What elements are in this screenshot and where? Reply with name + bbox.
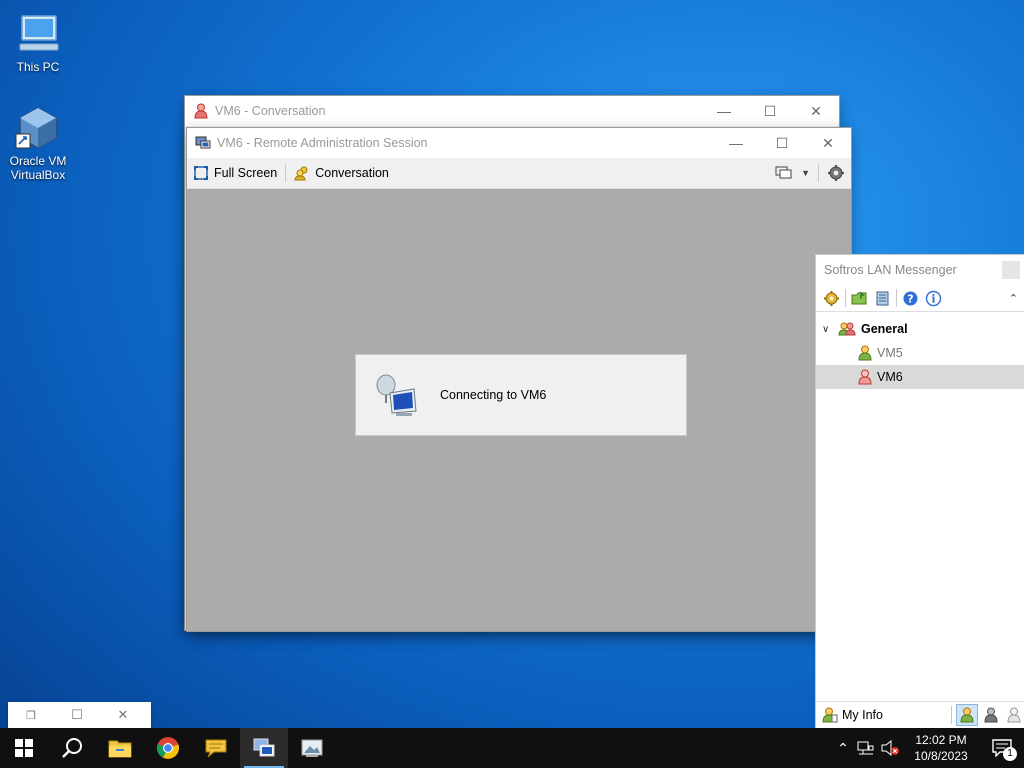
svg-text:i: i <box>931 292 935 305</box>
gear-icon <box>827 164 845 182</box>
desktop-icon-label-line1: Oracle VM <box>9 154 67 168</box>
notification-center-icon[interactable]: 1 <box>980 739 1024 761</box>
status-offline-button[interactable] <box>1004 705 1024 725</box>
status-online-button[interactable] <box>956 704 978 726</box>
remote-admin-icon <box>195 135 211 151</box>
toolbar-separator <box>896 289 897 307</box>
chevron-down-icon: ▼ <box>801 168 810 178</box>
help-icon[interactable]: ? <box>902 290 919 307</box>
desktop-icon-label: This PC <box>16 60 60 74</box>
messenger-icon[interactable] <box>192 728 240 768</box>
status-busy-button[interactable] <box>981 705 1001 725</box>
info-icon[interactable]: i <box>925 290 942 307</box>
chevron-down-icon[interactable]: ∨ <box>822 324 836 335</box>
close-button[interactable]: ✕ <box>805 128 851 158</box>
toolbar-separator <box>951 706 952 724</box>
chrome-icon[interactable] <box>144 728 192 768</box>
close-button[interactable]: ✕ <box>100 707 146 723</box>
picture-viewer-icon[interactable] <box>288 728 336 768</box>
group-label: General <box>861 322 908 336</box>
remote-admin-titlebar[interactable]: VM6 - Remote Administration Session — ☐ … <box>187 128 851 158</box>
toolbar-separator <box>818 164 819 182</box>
contact-name: VM5 <box>877 346 903 360</box>
messenger-footer: My Info <box>816 701 1024 728</box>
remote-toolbar: Full Screen Conversation ▼ <box>187 158 851 189</box>
monitors-icon <box>775 165 793 181</box>
desktop-icon-this-pc[interactable]: This PC <box>0 10 76 74</box>
my-info-label: My Info <box>842 708 883 722</box>
user-red-icon <box>858 369 872 385</box>
close-button[interactable] <box>1002 261 1020 279</box>
virtualbox-icon <box>14 104 62 152</box>
user-online-icon <box>858 345 872 361</box>
taskbar: ⌃ 12:02 PM 10/8/2023 1 <box>0 728 1024 768</box>
display-select-dropdown[interactable]: ▼ <box>769 161 816 185</box>
clock-time: 12:02 PM <box>915 733 967 747</box>
messenger-toolbar: ? i ⌃ <box>816 285 1024 312</box>
minimized-window-bar[interactable]: ❐ ☐ ✕ <box>8 702 151 728</box>
status-text: Connecting to VM6 <box>440 388 547 402</box>
full-screen-button[interactable]: Full Screen <box>187 161 283 185</box>
desktop-icon-label-line2: VirtualBox <box>10 168 66 182</box>
computer-icon <box>14 10 62 58</box>
chevron-up-icon[interactable]: ⌃ <box>832 740 854 757</box>
windows-start-icon[interactable] <box>0 728 48 768</box>
toolbar-separator <box>285 164 287 182</box>
full-screen-icon <box>193 165 209 181</box>
conversation-titlebar[interactable]: VM6 - Conversation — ☐ ✕ <box>185 96 839 126</box>
connecting-dialog: Connecting to VM6 <box>355 354 687 436</box>
minimize-button[interactable]: — <box>713 128 759 158</box>
maximize-button[interactable]: ☐ <box>54 707 100 723</box>
history-book-icon[interactable] <box>874 290 891 307</box>
maximize-button[interactable]: ☐ <box>759 128 805 158</box>
network-icon[interactable] <box>854 740 878 756</box>
contact-tree: ∨ General VM5 VM6 <box>816 312 1024 389</box>
window-title: Softros LAN Messenger <box>824 263 957 277</box>
close-button[interactable]: ✕ <box>793 96 839 126</box>
remote-canvas[interactable]: Connecting to VM6 <box>187 190 851 631</box>
conversation-icon <box>294 165 310 181</box>
group-general[interactable]: ∨ General <box>816 317 1024 341</box>
messenger-titlebar[interactable]: Softros LAN Messenger <box>816 255 1024 285</box>
settings-button[interactable] <box>821 161 851 185</box>
search-icon[interactable] <box>48 728 96 768</box>
contact-name: VM6 <box>877 370 903 384</box>
contact-item-vm6[interactable]: VM6 <box>816 365 1024 389</box>
notification-badge: 1 <box>1003 747 1017 761</box>
file-explorer-icon[interactable] <box>96 728 144 768</box>
toolbar-separator <box>845 289 846 307</box>
gear-icon[interactable] <box>823 290 840 307</box>
svg-text:?: ? <box>907 292 913 305</box>
conversation-label: Conversation <box>315 166 389 180</box>
full-screen-label: Full Screen <box>214 166 278 180</box>
my-info-button[interactable]: My Info <box>822 707 949 723</box>
open-folder-icon[interactable] <box>851 290 868 307</box>
user-red-icon <box>193 103 209 119</box>
minimize-button[interactable]: — <box>701 96 747 126</box>
remote-admin-icon[interactable] <box>240 728 288 768</box>
conversation-button[interactable]: Conversation <box>288 161 395 185</box>
network-computer-icon <box>372 371 420 419</box>
contact-item-vm5[interactable]: VM5 <box>816 341 1024 365</box>
volume-muted-icon[interactable] <box>878 740 902 756</box>
remote-admin-window[interactable]: VM6 - Remote Administration Session — ☐ … <box>187 128 851 631</box>
my-info-icon <box>822 707 838 723</box>
maximize-button[interactable]: ☐ <box>747 96 793 126</box>
restore-icon[interactable]: ❐ <box>8 709 54 722</box>
group-icon <box>838 322 856 336</box>
window-title: VM6 - Remote Administration Session <box>217 136 428 150</box>
desktop-icon-virtualbox[interactable]: Oracle VM VirtualBox <box>0 104 76 182</box>
clock[interactable]: 12:02 PM 10/8/2023 <box>902 732 980 764</box>
clock-date: 10/8/2023 <box>914 749 968 763</box>
chevron-up-icon[interactable]: ⌃ <box>1009 292 1018 305</box>
system-tray: ⌃ 12:02 PM 10/8/2023 1 <box>832 728 1024 768</box>
messenger-window[interactable]: Softros LAN Messenger ? i ⌃ ∨ General VM… <box>816 255 1024 728</box>
window-title: VM6 - Conversation <box>215 104 326 118</box>
